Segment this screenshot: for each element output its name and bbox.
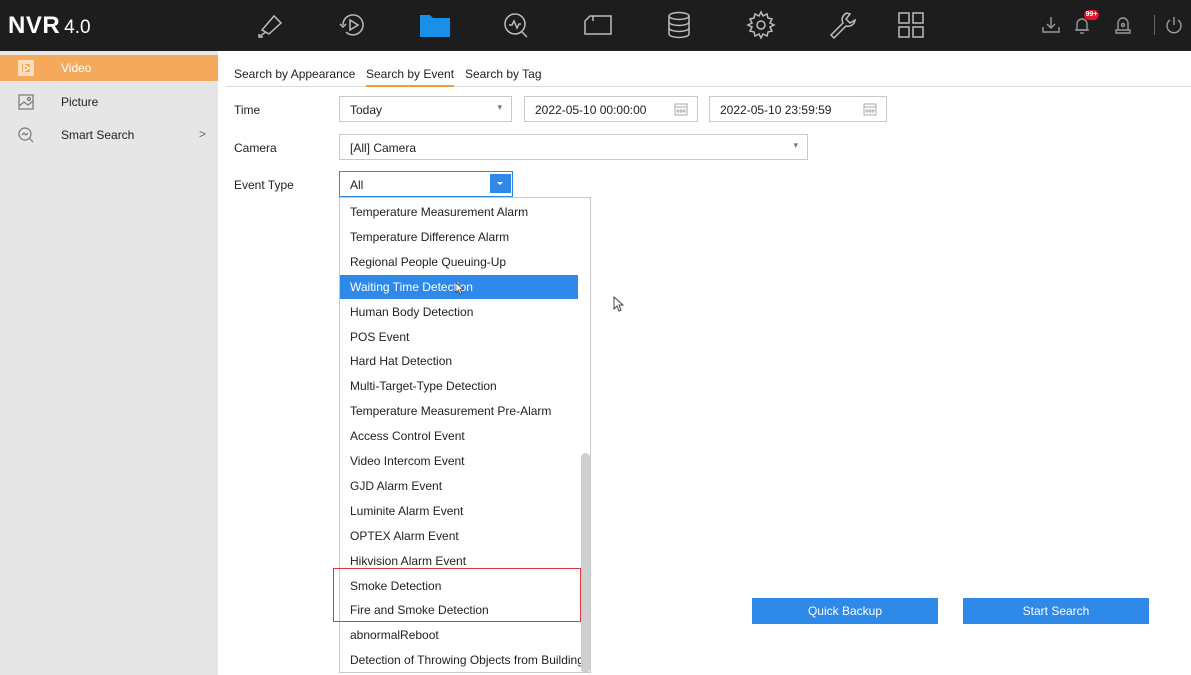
event-option-label: Human Body Detection	[350, 304, 474, 319]
playback-icon[interactable]	[336, 8, 370, 42]
event-option-label: Fire and Smoke Detection	[350, 603, 489, 618]
event-option[interactable]: OPTEX Alarm Event	[340, 524, 578, 548]
download-icon[interactable]	[1040, 14, 1062, 36]
event-option[interactable]: GJD Alarm Event	[340, 474, 578, 498]
event-option-label: Smoke Detection	[350, 578, 442, 593]
event-option-label: Temperature Difference Alarm	[350, 229, 510, 244]
start-search-button[interactable]: Start Search	[963, 598, 1149, 624]
active-tab-indicator	[366, 85, 454, 87]
event-option[interactable]: Temperature Measurement Alarm	[340, 200, 578, 224]
event-option[interactable]: Access Control Event	[340, 424, 578, 448]
event-option-label: Video Intercom Event	[350, 454, 465, 468]
event-option[interactable]: Human Body Detection	[340, 300, 578, 324]
event-option-label: Hikvision Alarm Event	[350, 553, 467, 568]
event-option-label: GJD Alarm Event	[350, 478, 443, 493]
sidebar-item-video[interactable]: Video	[0, 55, 218, 81]
tab-search-by-event[interactable]: Search by Event	[366, 67, 454, 81]
sidebar-item-smart-search[interactable]: Smart Search >	[0, 122, 218, 148]
camera-select[interactable]: [All] Camera ▾	[339, 134, 808, 160]
event-option-label: Temperature Measurement Alarm	[350, 205, 529, 219]
topbar-divider	[1154, 15, 1155, 35]
end-time-value: 2022-05-10 23:59:59	[720, 103, 832, 117]
chevron-down-icon: ▾	[793, 140, 798, 150]
event-option[interactable]: Detection of Throwing Objects from Build…	[340, 648, 584, 672]
camera-label: Camera	[234, 141, 277, 155]
event-option-label: Detection of Throwing Objects from Build…	[350, 653, 584, 668]
notification-badge: 99+	[1084, 10, 1099, 20]
sidebar-item-label: Picture	[61, 95, 99, 109]
pointer-cursor-icon	[455, 282, 465, 295]
event-option[interactable]: abnormalReboot	[340, 623, 578, 647]
event-option-label: Access Control Event	[350, 429, 465, 444]
sidebar: Video Picture Smart Search >	[0, 51, 218, 675]
maintenance-icon[interactable]	[825, 8, 859, 42]
event-type-dropdown-button[interactable]	[490, 174, 511, 193]
event-option[interactable]: Smoke Detection	[340, 574, 578, 598]
event-option-label: Luminite Alarm Event	[350, 503, 464, 518]
event-option[interactable]: Regional People Queuing-Up	[340, 250, 578, 274]
chevron-down-icon: ▾	[497, 102, 502, 112]
power-icon[interactable]	[1163, 14, 1185, 36]
event-option[interactable]: Hard Hat Detection	[340, 349, 578, 373]
storage-icon[interactable]	[662, 8, 696, 42]
event-option[interactable]: Luminite Alarm Event	[340, 499, 578, 523]
mouse-cursor-icon	[613, 296, 625, 312]
sidebar-item-label: Video	[61, 61, 92, 75]
apps-grid-icon[interactable]	[894, 8, 928, 42]
event-option[interactable]: Fire and Smoke Detection	[340, 598, 578, 622]
event-option[interactable]: Video Intercom Event	[340, 449, 578, 473]
event-option-label: Multi-Target-Type Detection	[350, 379, 497, 394]
event-option-label: OPTEX Alarm Event	[350, 528, 459, 543]
logo-main: NVR	[8, 12, 61, 39]
nvr-app: NVR 4.0 99+ Video Picture Smart Search >…	[0, 0, 1191, 675]
time-select[interactable]: Today ▾	[339, 96, 512, 122]
smart-analysis-icon[interactable]	[499, 8, 533, 42]
event-option[interactable]: Hikvision Alarm Event	[340, 549, 578, 573]
event-option-label: POS Event	[350, 329, 410, 344]
event-option-label: abnormalReboot	[350, 628, 439, 643]
alarm-icon[interactable]	[1112, 14, 1134, 36]
file-management-icon[interactable]	[418, 8, 452, 42]
event-type-select[interactable]: All	[339, 171, 513, 197]
tab-search-by-tag[interactable]: Search by Tag	[465, 67, 542, 81]
time-label: Time	[234, 103, 261, 117]
dropdown-scrollbar[interactable]	[581, 453, 590, 672]
quick-backup-button[interactable]: Quick Backup	[752, 598, 938, 624]
calendar-icon[interactable]	[674, 102, 688, 116]
event-option-label: Regional People Queuing-Up	[350, 254, 507, 269]
video-icon	[18, 60, 34, 76]
start-time-field[interactable]: 2022-05-10 00:00:00	[524, 96, 698, 122]
chevron-right-icon: >	[199, 127, 207, 141]
nvr-logo: NVR 4.0	[8, 12, 91, 40]
event-type-label: Event Type	[234, 178, 294, 192]
settings-icon[interactable]	[744, 8, 778, 42]
picture-icon	[18, 94, 34, 110]
configuration-icon[interactable]	[581, 8, 615, 42]
calendar-icon[interactable]	[863, 102, 877, 116]
start-time-value: 2022-05-10 00:00:00	[535, 103, 647, 117]
camera-value: [All] Camera	[350, 141, 417, 155]
sidebar-item-picture[interactable]: Picture	[0, 89, 218, 115]
event-option-label: Hard Hat Detection	[350, 354, 453, 369]
event-option[interactable]: Multi-Target-Type Detection	[340, 374, 578, 398]
end-time-field[interactable]: 2022-05-10 23:59:59	[709, 96, 887, 122]
time-value: Today	[350, 103, 383, 117]
event-option[interactable]: Temperature Difference Alarm	[340, 225, 578, 249]
tab-search-by-appearance[interactable]: Search by Appearance	[234, 67, 355, 81]
logo-version: 4.0	[64, 17, 91, 38]
event-option[interactable]: Temperature Measurement Pre-Alarm	[340, 399, 578, 423]
smart-search-icon	[18, 127, 34, 143]
event-option[interactable]: POS Event	[340, 325, 578, 349]
event-option-label: Temperature Measurement Pre-Alarm	[350, 404, 552, 419]
top-bar: NVR 4.0 99+	[0, 0, 1191, 51]
event-type-value: All	[350, 178, 364, 192]
sidebar-item-label: Smart Search	[61, 128, 135, 142]
live-view-icon[interactable]	[254, 8, 288, 42]
event-type-dropdown-list: Temperature Measurement Alarm Temperature…	[339, 197, 591, 673]
